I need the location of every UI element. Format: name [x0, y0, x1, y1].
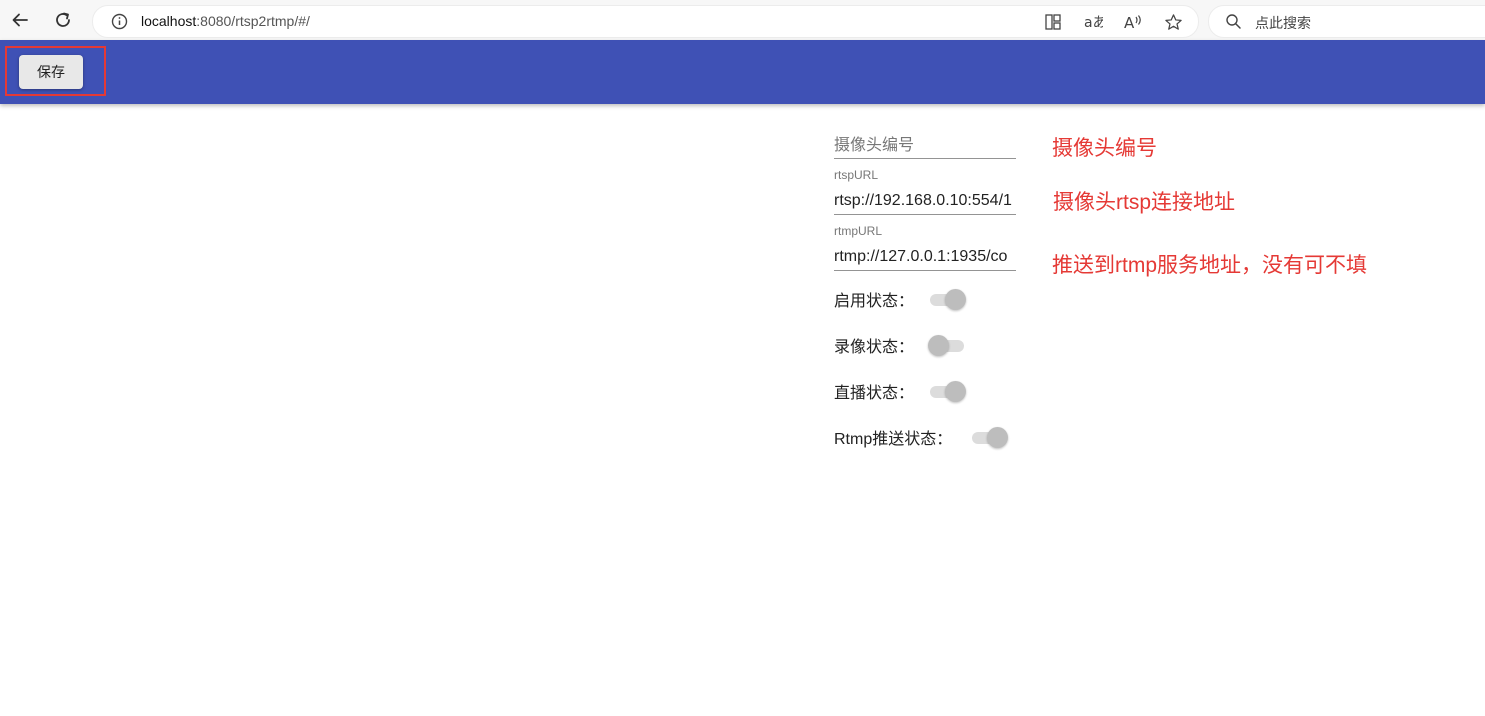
live-status-switch[interactable] — [928, 380, 967, 402]
switch-thumb — [987, 427, 1009, 448]
refresh-icon — [56, 12, 70, 27]
enable-status-switch[interactable] — [928, 288, 967, 310]
enable-status-row: 启用状态： — [834, 286, 967, 312]
svg-text:aあ: aあ — [1084, 15, 1103, 31]
camera-code-annotation: 摄像头编号 — [1052, 137, 1157, 160]
record-status-label: 录像状态： — [834, 339, 915, 356]
rtmp-push-status-label: Rtmp推送状态： — [834, 431, 953, 448]
live-status-row: 直播状态： — [834, 378, 967, 404]
back-button[interactable] — [8, 8, 32, 32]
switch-thumb — [945, 289, 967, 310]
site-info-icon[interactable] — [111, 13, 128, 35]
rtmp-url-input[interactable] — [834, 243, 1016, 270]
translate-icon[interactable]: aあ — [1082, 12, 1104, 32]
switch-thumb — [928, 335, 950, 356]
url-path: :8080/rtsp2rtmp/#/ — [196, 13, 310, 29]
record-status-row: 录像状态： — [834, 332, 966, 358]
app-toolbar: 保存 — [0, 40, 1485, 104]
address-bar[interactable]: localhost:8080/rtsp2rtmp/#/ aあ A — [92, 5, 1199, 38]
browser-toolbar: localhost:8080/rtsp2rtmp/#/ aあ A 点此搜索 — [0, 0, 1485, 41]
rtmp-push-status-row: Rtmp推送状态： — [834, 424, 1009, 450]
rtmp-url-label: rtmpURL — [834, 224, 883, 238]
rtsp-url-input[interactable] — [834, 187, 1016, 214]
camera-code-field — [834, 133, 1016, 159]
read-aloud-icon[interactable]: A — [1122, 12, 1144, 32]
live-status-label: 直播状态： — [834, 385, 915, 402]
search-placeholder: 点此搜索 — [1255, 15, 1311, 31]
url-host: localhost — [141, 13, 197, 29]
favorite-star-icon[interactable] — [1162, 12, 1184, 32]
save-button[interactable]: 保存 — [19, 55, 83, 89]
switch-thumb — [945, 381, 967, 402]
svg-text:A: A — [1124, 14, 1135, 31]
rtsp-annotation: 摄像头rtsp连接地址 — [1053, 191, 1236, 214]
browser-search-box[interactable]: 点此搜索 — [1208, 5, 1485, 38]
refresh-button[interactable] — [51, 8, 75, 32]
search-icon — [1225, 13, 1242, 35]
rtmp-push-status-switch[interactable] — [970, 426, 1009, 448]
record-status-switch[interactable] — [928, 334, 966, 356]
rtmp-annotation: 推送到rtmp服务地址，没有可不填 — [1052, 254, 1367, 277]
camera-code-input[interactable] — [834, 133, 1016, 158]
rtmp-url-field — [834, 243, 1016, 271]
enable-status-label: 启用状态： — [834, 293, 915, 310]
back-icon — [12, 13, 28, 27]
url-text[interactable]: localhost:8080/rtsp2rtmp/#/ — [141, 13, 310, 29]
split-screen-icon[interactable] — [1042, 12, 1064, 32]
rtsp-url-label: rtspURL — [834, 168, 879, 182]
rtsp-url-field — [834, 187, 1016, 215]
